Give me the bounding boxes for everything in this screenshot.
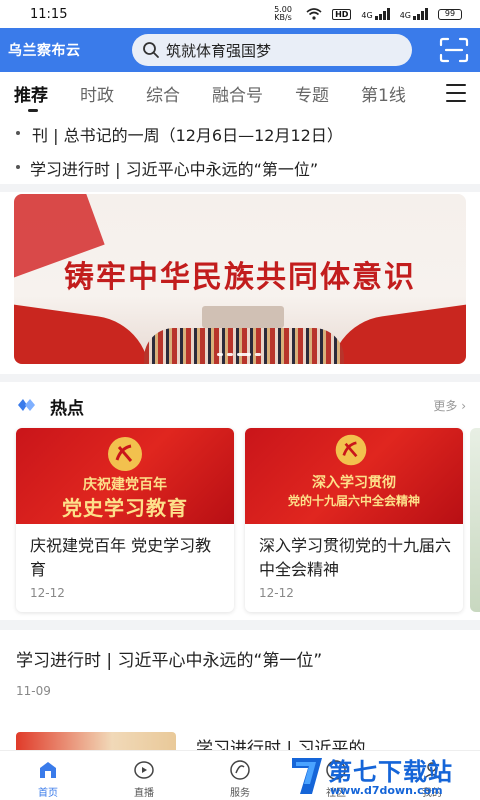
- channel-menu-button[interactable]: [446, 84, 466, 102]
- party-emblem-icon: [335, 434, 367, 466]
- tab-topics[interactable]: 专题: [295, 81, 329, 106]
- service-icon: [230, 760, 250, 780]
- news-title: 学习进行时 | 习近平心中永远的“第一位”: [16, 651, 323, 671]
- top-bar: 乌兰察布云 筑就体育强国梦: [0, 28, 480, 72]
- card-image-caption-1: 庆祝建党百年: [83, 477, 167, 493]
- section-divider: [0, 620, 480, 630]
- banner-headline: 铸牢中华民族共同体意识: [64, 260, 416, 295]
- hot-title: 热点: [50, 399, 84, 419]
- nav-label: 首页: [38, 788, 58, 799]
- nav-live[interactable]: 直播: [96, 751, 192, 800]
- ticker-item[interactable]: 学习进行时 | 习近平心中永远的“第一位”: [0, 152, 480, 182]
- signal-label-2: 4G: [399, 11, 411, 20]
- nav-label: 直播: [134, 788, 154, 799]
- wifi-icon: [306, 8, 322, 20]
- hot-card[interactable]: 深入学习贯彻 党的十九届六中全会精神 深入学习贯彻党的十九届六中全会精神 12-…: [245, 428, 463, 612]
- search-placeholder: 筑就体育强国梦: [166, 41, 272, 60]
- hot-section-header: 热点 更多 ›: [0, 392, 480, 420]
- hot-icon: [18, 399, 35, 411]
- gate-silhouette: [202, 306, 284, 328]
- tab-politics[interactable]: 时政: [80, 81, 114, 106]
- more-link[interactable]: 更多 ›: [433, 397, 466, 414]
- card-image-caption-1: 深入学习贯彻: [312, 475, 396, 491]
- home-icon: [40, 762, 56, 778]
- site-watermark: 第七下载站 www.d7down.com: [288, 752, 478, 800]
- watermark-logo-icon: [292, 758, 322, 794]
- net-speed: 5.00 KB/s: [274, 5, 292, 22]
- card-date: 12-12: [259, 586, 294, 600]
- nav-home[interactable]: 首页: [0, 751, 96, 800]
- hero-banner[interactable]: 铸牢中华民族共同体意识: [14, 194, 466, 364]
- watermark-brand: 第七下载站: [328, 758, 453, 786]
- section-divider: [0, 184, 480, 192]
- nav-label: 服务: [230, 788, 250, 799]
- search-icon: [143, 42, 159, 58]
- tab-recommend[interactable]: 推荐: [14, 81, 48, 112]
- app-logo: 乌兰察布云: [8, 43, 81, 59]
- card-date: 12-12: [30, 586, 65, 600]
- signal-icon: 4G: [361, 8, 390, 20]
- news-date: 11-09: [16, 684, 51, 698]
- nav-service[interactable]: 服务: [192, 751, 288, 800]
- tab-frontline[interactable]: 第1线: [361, 81, 406, 106]
- live-icon: [134, 761, 154, 779]
- signal-label-1: 4G: [361, 11, 373, 20]
- channel-tabs: 推荐 时政 综合 融合号 专题 第1线: [0, 72, 480, 114]
- news-item[interactable]: 学习进行时 | 习近平心中永远的“第一位” 11-09: [0, 632, 480, 732]
- red-wave-right: [322, 303, 466, 364]
- bullet-dot: [16, 131, 20, 135]
- card-title: 庆祝建党百年 党史学习教育: [30, 536, 212, 579]
- hot-card[interactable]: 庆祝建党百年 党史学习教育 庆祝建党百年 党史学习教育 12-12: [16, 428, 234, 612]
- scan-button[interactable]: [438, 36, 470, 64]
- ticker-text: 学习进行时 | 习近平心中永远的“第一位”: [30, 160, 319, 179]
- status-time: 11:15: [30, 6, 68, 22]
- card-image: 深入学习贯彻 党的十九届六中全会精神: [245, 428, 463, 524]
- card-image-caption-2: 党史学习教育: [62, 496, 188, 520]
- tab-general[interactable]: 综合: [146, 81, 180, 106]
- tab-fade: [408, 72, 432, 114]
- red-wave-left: [14, 303, 158, 364]
- hot-card-peek[interactable]: [470, 428, 480, 612]
- tab-media[interactable]: 融合号: [212, 81, 263, 106]
- card-title: 深入学习贯彻党的十九届六中全会精神: [259, 536, 452, 579]
- section-divider: [0, 374, 480, 382]
- party-emblem-icon: [108, 437, 142, 471]
- card-image: 庆祝建党百年 党史学习教育: [16, 428, 234, 524]
- ticker-text: 刊 | 总书记的一周（12月6日—12月12日）: [32, 126, 343, 145]
- bullet-dot: [16, 165, 20, 169]
- signal-icon-2: 4G: [400, 8, 428, 20]
- search-bar[interactable]: 筑就体育强国梦: [132, 34, 412, 66]
- hd-badge: HD: [332, 8, 352, 20]
- status-bar: 11:15 5.00 KB/s HD 4G 4G 99: [0, 0, 480, 28]
- ticker-item[interactable]: 刊 | 总书记的一周（12月6日—12月12日）: [0, 118, 480, 148]
- crowd-image: [144, 328, 344, 364]
- card-image-caption-2: 党的十九届六中全会精神: [287, 494, 420, 508]
- battery-icon: 99: [438, 8, 462, 20]
- status-icons: 5.00 KB/s HD 4G 4G 99: [270, 6, 462, 22]
- carousel-indicator: [217, 353, 263, 356]
- watermark-url: www.d7down.com: [330, 784, 443, 797]
- scan-icon: [439, 37, 469, 63]
